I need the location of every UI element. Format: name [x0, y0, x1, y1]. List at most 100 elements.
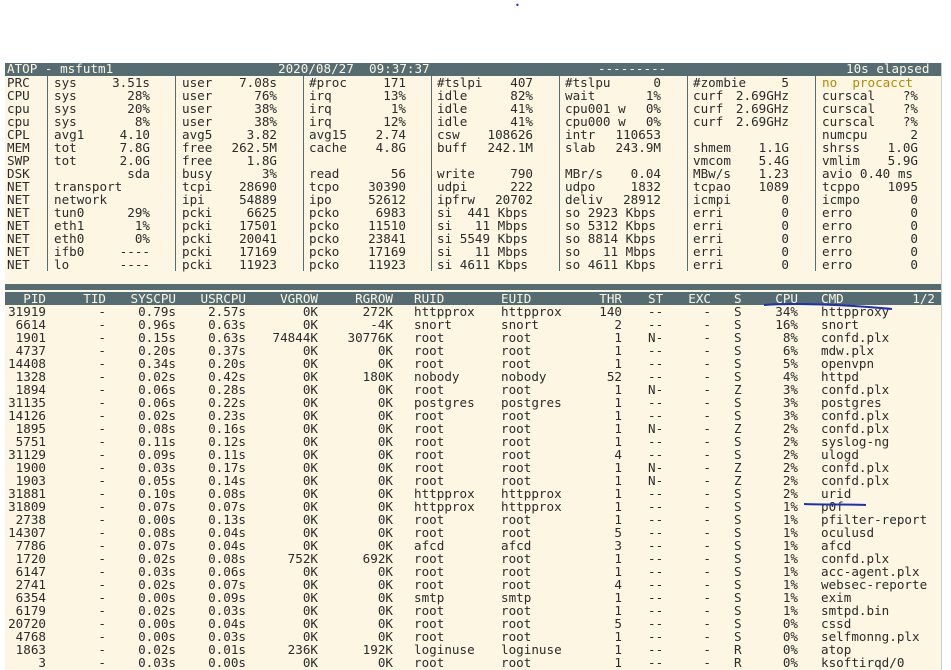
column-separator [175, 245, 176, 258]
header-page: 1/2 [912, 291, 935, 306]
column-separator [559, 245, 560, 258]
stat-label: lo [54, 257, 70, 272]
column-separator [687, 219, 688, 232]
column-separator [175, 206, 176, 219]
column-separator [303, 245, 304, 258]
column-separator [431, 167, 432, 180]
stat-value: sda [127, 166, 150, 181]
column-separator [815, 206, 816, 219]
column-separator [175, 219, 176, 232]
column-separator [559, 219, 560, 232]
column-separator [815, 167, 816, 180]
column-separator [815, 128, 816, 141]
column-separator [431, 180, 432, 193]
column-separator [47, 167, 48, 180]
column-separator [175, 128, 176, 141]
column-separator [175, 141, 176, 154]
column-separator [303, 76, 304, 89]
stat-label: erri [693, 257, 724, 272]
system-row: DSK sda busy 3% read 56 write 790 MBr/s 0.04 MBw/s… [5, 167, 941, 180]
resource-label: NET [7, 257, 30, 272]
column-separator [815, 258, 816, 271]
atop-terminal[interactable]: ATOP - msfutm1 2020/08/27 09:37:37 -----… [5, 63, 942, 670]
column-separator [559, 193, 560, 206]
stat-value: 0 [781, 257, 789, 272]
column-separator [687, 245, 688, 258]
system-row: NET lo ---- pcki 11923 pcko 11923 si 4611 Kbps s… [5, 258, 941, 271]
column-separator [303, 193, 304, 206]
column-separator [303, 102, 304, 115]
column-separator [175, 180, 176, 193]
column-separator [431, 245, 432, 258]
column-separator [687, 232, 688, 245]
column-separator [431, 89, 432, 102]
column-separator [687, 154, 688, 167]
column-separator [175, 76, 176, 89]
column-separator [47, 128, 48, 141]
column-separator [47, 245, 48, 258]
column-separator [303, 128, 304, 141]
stat-label: so 4611 Kbps [565, 257, 656, 272]
column-separator [559, 154, 560, 167]
system-stats-panel: PRC sys 3.51s user 7.08s #proc 171 #tslpi 407 #ts… [5, 76, 941, 290]
column-separator [687, 76, 688, 89]
stat-label: erro [822, 257, 853, 272]
column-separator [431, 258, 432, 271]
column-separator [175, 232, 176, 245]
column-separator [815, 102, 816, 115]
column-separator [47, 193, 48, 206]
column-separator [431, 206, 432, 219]
column-separator [431, 115, 432, 128]
column-separator [431, 128, 432, 141]
column-separator [47, 102, 48, 115]
column-separator [47, 115, 48, 128]
column-separator [47, 76, 48, 89]
column-separator [815, 180, 816, 193]
column-separator [559, 141, 560, 154]
title-dashes: --------- [598, 63, 667, 76]
column-separator [559, 206, 560, 219]
column-separator [815, 141, 816, 154]
app-title: ATOP - msfutm1 [7, 63, 114, 76]
datetime: 2020/08/27 09:37:37 [278, 63, 430, 76]
column-separator [815, 219, 816, 232]
column-separator [431, 154, 432, 167]
column-separator [303, 89, 304, 102]
column-separator [687, 102, 688, 115]
column-separator [47, 232, 48, 245]
elapsed: 10s elapsed [846, 63, 930, 76]
stat-label: curf [693, 114, 724, 129]
column-separator [303, 115, 304, 128]
column-separator [815, 245, 816, 258]
stat-value: 0 [910, 257, 918, 272]
stat-value: 11923 [368, 257, 406, 272]
column-separator [559, 76, 560, 89]
column-separator [47, 154, 48, 167]
stat-value: 11923 [239, 257, 277, 272]
column-separator [431, 232, 432, 245]
column-separator [303, 258, 304, 271]
column-separator [559, 128, 560, 141]
column-separator [303, 167, 304, 180]
column-separator [47, 206, 48, 219]
column-separator [815, 232, 816, 245]
column-separator [175, 258, 176, 271]
column-separator [687, 141, 688, 154]
column-separator [687, 128, 688, 141]
stray-pen-mark: • [515, 1, 520, 10]
column-separator [303, 154, 304, 167]
column-separator [303, 141, 304, 154]
column-separator [175, 167, 176, 180]
pen-annotation-p0f [803, 503, 867, 506]
pen-annotation-httpproxy [763, 303, 893, 310]
column-separator [175, 115, 176, 128]
stat-value: 242.1M [487, 140, 534, 155]
column-separator [47, 141, 48, 154]
column-separator [559, 102, 560, 115]
stat-label: slab [565, 140, 596, 155]
column-separator [687, 167, 688, 180]
column-separator [815, 76, 816, 89]
stat-label: cache [309, 140, 347, 155]
column-separator [303, 219, 304, 232]
column-separator [559, 258, 560, 271]
